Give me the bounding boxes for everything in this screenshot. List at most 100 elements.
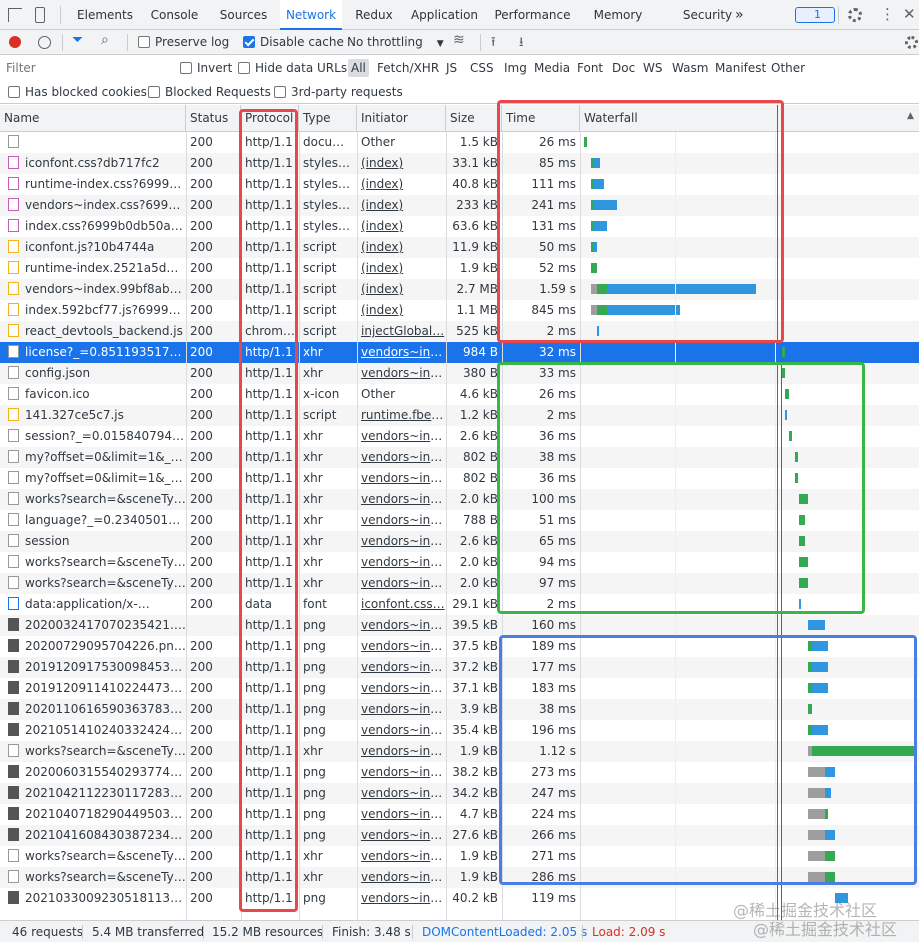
request-initiator[interactable]: vendors~ind… [357,615,446,636]
request-initiator[interactable]: iconfont.css… [357,594,446,615]
request-size: 37.1 kB [452,681,498,695]
request-initiator[interactable]: vendors~ind… [357,447,446,468]
settings-gear-icon[interactable] [848,8,862,22]
clear-icon[interactable] [38,36,51,49]
column-size[interactable]: Size [446,105,502,132]
tab-security[interactable]: Security [680,0,735,30]
filter-type-all[interactable]: All [348,59,369,77]
filter-type-media[interactable]: Media [534,55,570,81]
tab-application[interactable]: Application [407,0,482,30]
request-initiator[interactable]: (index) [357,195,446,216]
request-initiator[interactable]: vendors~ind… [357,636,446,657]
tab-console[interactable]: Console [143,0,206,30]
request-initiator[interactable]: vendors~ind… [357,783,446,804]
issues-icon[interactable]: 1 [795,7,835,23]
request-initiator[interactable]: vendors~ind… [357,762,446,783]
more-tabs-chevron[interactable]: » [735,0,744,30]
request-name: data:application/x-… [0,594,186,615]
request-initiator[interactable]: (index) [357,174,446,195]
request-name-text: index.592bcf77.js?6999b0… [25,303,186,317]
disable-cache-checkbox[interactable]: Disable cache [243,35,344,49]
search-icon[interactable]: ⌕ [101,32,109,48]
filter-input[interactable] [2,58,167,78]
request-initiator[interactable]: vendors~ind… [357,678,446,699]
request-initiator[interactable]: vendors~ind… [357,720,446,741]
request-initiator[interactable]: vendors~ind… [357,342,446,363]
column-type[interactable]: Type [299,105,357,132]
filter-type-js[interactable]: JS [446,55,457,81]
request-time: 177 ms [531,660,576,674]
record-icon[interactable] [9,36,21,48]
request-initiator[interactable]: vendors~ind… [357,699,446,720]
waterfall-bar [798,578,809,588]
request-initiator[interactable]: vendors~ind… [357,867,446,888]
tab-memory[interactable]: Memory [584,0,652,30]
more-options-icon[interactable]: ⋮ [880,5,895,23]
import-har-icon[interactable]: ⭱ [491,33,496,55]
network-conditions-icon[interactable]: ≋ [453,32,465,48]
filter-type-css[interactable]: CSS [470,55,494,81]
column-protocol[interactable]: Protocol [241,105,299,132]
export-har-icon[interactable]: ⭳ [519,33,524,55]
column-status[interactable]: Status [186,105,241,132]
request-size: 40.8 kB [452,177,498,191]
has-blocked-cookies-checkbox[interactable]: Has blocked cookies [8,81,147,104]
filter-funnel-icon[interactable]: ⏷ [72,32,83,48]
tab-elements[interactable]: Elements [70,0,140,30]
request-initiator[interactable]: vendors~ind… [357,552,446,573]
request-initiator[interactable]: vendors~ind… [357,426,446,447]
request-initiator[interactable]: vendors~ind… [357,825,446,846]
filter-type-img[interactable]: Img [504,55,527,81]
column-waterfall[interactable]: Waterfall [580,105,919,132]
request-initiator[interactable]: vendors~ind… [357,510,446,531]
tab-performance[interactable]: Performance [490,0,575,30]
inspect-element-icon[interactable] [8,8,22,22]
request-status: 200 [190,702,213,716]
request-initiator[interactable]: vendors~ind… [357,657,446,678]
tab-network[interactable]: Network [280,0,342,30]
request-initiator[interactable]: vendors~ind… [357,888,446,909]
request-initiator[interactable]: vendors~ind… [357,804,446,825]
invert-checkbox[interactable]: Invert [180,55,232,81]
blocked-requests-checkbox[interactable]: Blocked Requests [148,81,271,104]
hide-data-urls-checkbox[interactable]: Hide data URLs [238,55,347,81]
request-name [0,132,186,153]
throttling-select[interactable]: No throttling ▼ [347,35,444,49]
request-initiator[interactable]: injectGlobal… [357,321,446,342]
request-initiator[interactable]: runtime.fbee… [357,405,446,426]
close-devtools-icon[interactable]: ✕ [903,5,916,23]
tab-redux[interactable]: Redux [349,0,399,30]
request-initiator[interactable]: vendors~ind… [357,531,446,552]
request-initiator[interactable]: vendors~ind… [357,741,446,762]
request-initiator[interactable]: (index) [357,258,446,279]
filter-type-manifest[interactable]: Manifest [715,55,766,81]
filter-type-ws[interactable]: WS [643,55,662,81]
request-initiator[interactable]: (index) [357,279,446,300]
waterfall-bar [597,284,608,294]
column-time[interactable]: Time [502,105,580,132]
tab-sources[interactable]: Sources [211,0,276,30]
network-settings-gear-icon[interactable] [905,36,918,49]
request-initiator[interactable]: vendors~ind… [357,846,446,867]
filter-type-other[interactable]: Other [771,55,805,81]
column-initiator[interactable]: Initiator [357,105,446,132]
column-name[interactable]: Name [0,105,186,132]
request-name-text: 20210330092305181​1329.… [25,891,186,905]
preserve-log-checkbox[interactable]: Preserve log [138,35,229,49]
request-initiator[interactable]: vendors~ind… [357,468,446,489]
filter-type-wasm[interactable]: Wasm [672,55,708,81]
third-party-requests-checkbox[interactable]: 3rd-party requests [274,81,403,104]
request-initiator[interactable]: (index) [357,153,446,174]
load-marker [781,105,782,920]
device-toolbar-icon[interactable] [35,7,45,23]
request-time: 119 ms [531,891,576,905]
request-initiator[interactable]: (index) [357,300,446,321]
request-initiator[interactable]: vendors~ind… [357,573,446,594]
filter-type-fetchxhr[interactable]: Fetch/XHR [377,55,439,81]
request-initiator[interactable]: vendors~ind… [357,363,446,384]
filter-type-font[interactable]: Font [577,55,603,81]
request-initiator[interactable]: (index) [357,216,446,237]
request-initiator[interactable]: (index) [357,237,446,258]
filter-type-doc[interactable]: Doc [612,55,635,81]
request-initiator[interactable]: vendors~ind… [357,489,446,510]
